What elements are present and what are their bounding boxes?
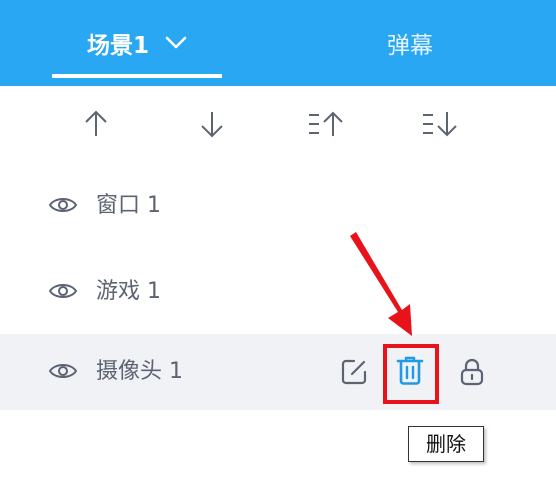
move-top-button[interactable] <box>306 104 346 144</box>
edit-button[interactable] <box>336 354 372 390</box>
move-up-button[interactable] <box>76 104 116 144</box>
tab-scene-1-label: 场景1 <box>86 33 149 59</box>
source-item-camera[interactable]: 摄像头 1 <box>0 334 556 410</box>
arrow-up-icon <box>85 110 107 136</box>
lock-icon <box>460 358 484 386</box>
move-bottom-button[interactable] <box>420 104 460 144</box>
eye-icon[interactable] <box>48 280 78 302</box>
eye-icon[interactable] <box>48 194 78 216</box>
lock-button[interactable] <box>454 354 490 390</box>
source-item-label: 窗口 1 <box>96 193 161 218</box>
source-order-toolbar <box>0 96 556 152</box>
tooltip-text: 删除 <box>426 432 466 456</box>
source-item-game[interactable]: 游戏 1 <box>0 254 556 330</box>
arrow-down-icon <box>201 112 223 138</box>
delete-tooltip: 删除 <box>408 426 484 462</box>
top-tab-bar: 场景1 弹幕 <box>0 0 556 86</box>
tab-danmaku[interactable]: 弹幕 <box>320 0 500 86</box>
list-move-top-icon <box>309 111 343 136</box>
eye-icon[interactable] <box>48 360 78 382</box>
source-item-label: 摄像头 1 <box>96 359 183 384</box>
move-down-button[interactable] <box>192 104 232 144</box>
list-move-bottom-icon <box>423 112 457 137</box>
edit-icon <box>341 359 367 385</box>
source-item-label: 游戏 1 <box>96 279 161 304</box>
annotation-arrow-icon <box>350 232 412 336</box>
tab-danmaku-label: 弹幕 <box>387 33 433 59</box>
active-tab-indicator <box>52 74 222 78</box>
source-item-window[interactable]: 窗口 1 <box>0 168 556 244</box>
chevron-down-icon[interactable] <box>165 36 187 50</box>
annotation-highlight-box <box>383 344 439 404</box>
